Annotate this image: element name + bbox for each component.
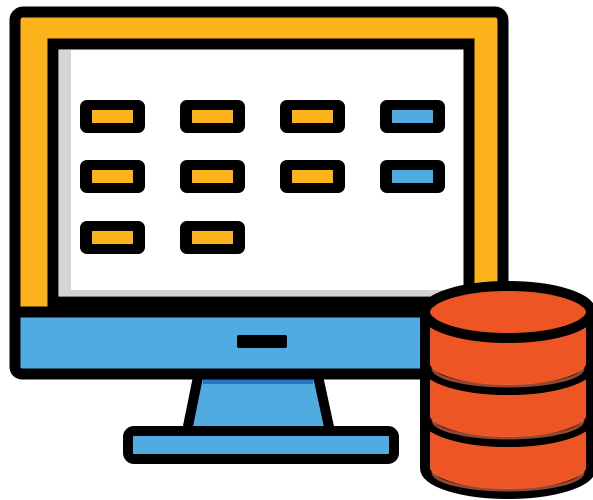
screen-tile xyxy=(80,160,145,193)
screen-tile xyxy=(180,160,245,193)
monitor-with-database-illustration xyxy=(9,6,593,499)
screen-tile xyxy=(80,100,145,133)
screen-tile xyxy=(180,100,245,133)
monitor-base xyxy=(123,426,399,464)
screen-tile xyxy=(380,160,445,193)
screen-tile xyxy=(380,100,445,133)
database-icon xyxy=(420,281,593,499)
screen-tile xyxy=(80,221,145,254)
screen-tile xyxy=(280,100,345,133)
database-disk xyxy=(420,281,593,395)
monitor-logo-slot xyxy=(237,335,287,348)
screen-tile xyxy=(180,221,245,254)
screen-tile xyxy=(280,160,345,193)
